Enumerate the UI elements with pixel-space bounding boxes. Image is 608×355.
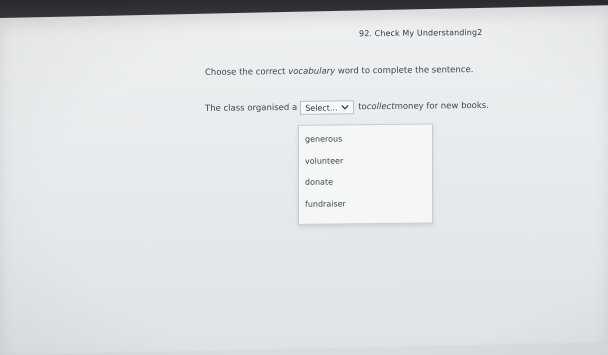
- question-title: 92. Check My Understanding2: [359, 27, 483, 39]
- select-value: Select...: [305, 102, 338, 113]
- page-area: 92. Check My Understanding2 Choose the c…: [0, 5, 608, 355]
- dropdown-menu: generous volunteer donate fundraiser: [298, 123, 433, 225]
- word-select[interactable]: Select...: [300, 100, 355, 115]
- dropdown-option-generous[interactable]: generous: [305, 134, 342, 143]
- question-content: 92. Check My Understanding2 Choose the c…: [0, 12, 608, 355]
- sentence-row: The class organised a Select... to colle…: [205, 99, 489, 116]
- sentence-start: The class organised a: [205, 102, 298, 114]
- sentence-end: money for new books.: [394, 100, 489, 112]
- dropdown-option-donate[interactable]: donate: [305, 178, 333, 187]
- instruction-text: Choose the correct vocabulary word to co…: [205, 65, 473, 78]
- instruction-part: Choose the correct: [205, 66, 289, 78]
- dropdown-option-volunteer[interactable]: volunteer: [305, 156, 343, 165]
- instruction-part: word to complete the sentence.: [335, 65, 474, 77]
- sentence-italic-word: collect: [366, 101, 395, 113]
- instruction-italic-word: vocabulary: [288, 66, 336, 77]
- sentence-middle: to: [358, 102, 367, 113]
- chevron-down-icon: [341, 105, 349, 110]
- dropdown-option-fundraiser[interactable]: fundraiser: [305, 199, 346, 208]
